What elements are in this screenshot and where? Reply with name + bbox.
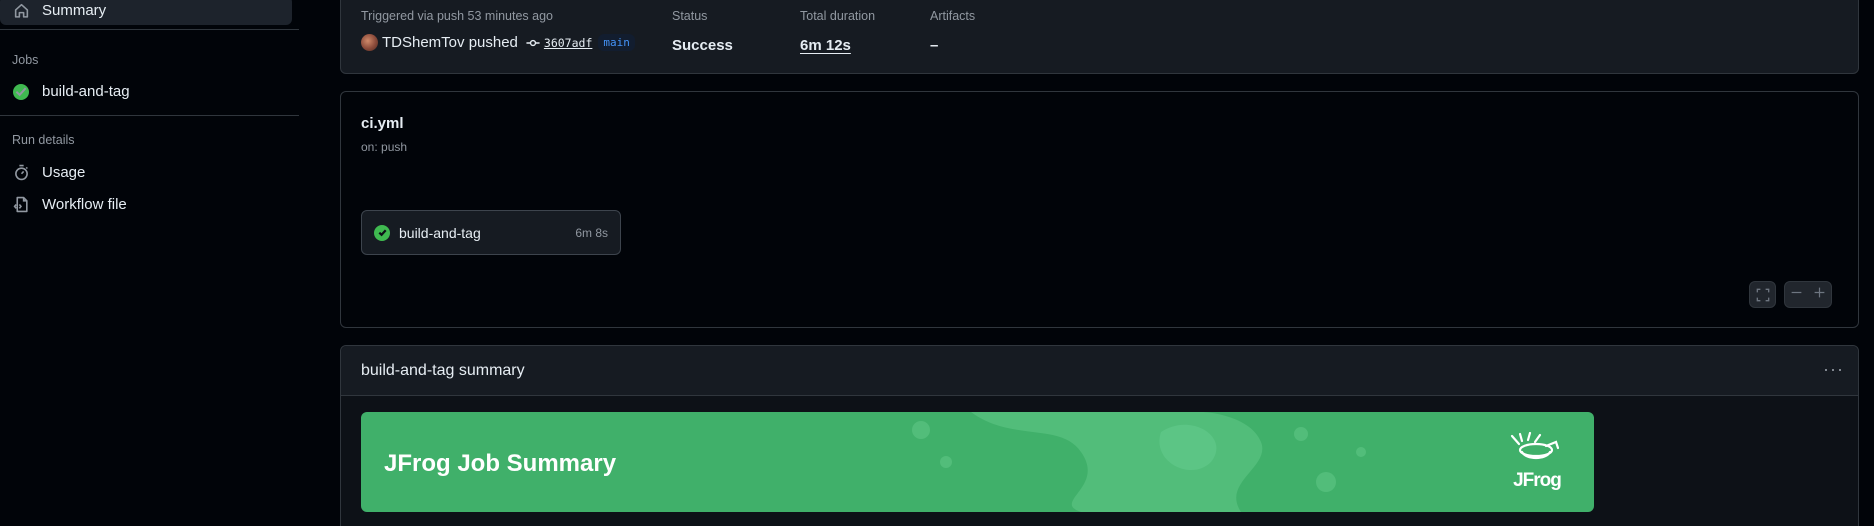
file-code-icon bbox=[12, 196, 30, 214]
commit-sha-link[interactable]: 3607adf bbox=[544, 36, 592, 50]
jfrog-logo: JFrog bbox=[1510, 432, 1562, 490]
duration-column: Total duration 6m 12s bbox=[800, 9, 875, 54]
kebab-menu-icon[interactable]: ··· bbox=[1823, 359, 1844, 380]
sidebar-item-build-and-tag[interactable]: build-and-tag bbox=[0, 77, 292, 106]
app: Summary Jobs build-and-tag Run details U… bbox=[0, 0, 1874, 526]
success-check-icon bbox=[374, 224, 390, 241]
minus-icon bbox=[1791, 291, 1802, 293]
artifacts-value: – bbox=[930, 37, 939, 54]
sidebar-item-label: Summary bbox=[42, 2, 107, 19]
sidebar-divider bbox=[0, 29, 299, 30]
sidebar: Summary Jobs build-and-tag Run details U… bbox=[0, 0, 299, 526]
status-value: Success bbox=[672, 37, 733, 54]
artifacts-label: Artifacts bbox=[930, 9, 976, 23]
plus-icon bbox=[1814, 287, 1825, 297]
run-summary-card: Triggered via push 53 minutes ago TDShem… bbox=[340, 0, 1859, 74]
sidebar-item-label: build-and-tag bbox=[42, 83, 130, 100]
trigger-column: Triggered via push 53 minutes ago TDShem… bbox=[361, 9, 635, 51]
status-column: Status Success bbox=[672, 9, 733, 54]
jobs-heading: Jobs bbox=[12, 53, 39, 67]
sidebar-item-summary[interactable]: Summary bbox=[0, 0, 292, 25]
avatar[interactable] bbox=[361, 34, 378, 51]
job-node-build-and-tag[interactable]: build-and-tag 6m 8s bbox=[361, 210, 621, 255]
duration-label: Total duration bbox=[800, 9, 876, 23]
push-info: TDShemTov pushed 3607adf main bbox=[361, 34, 635, 51]
jfrog-banner-title: JFrog Job Summary bbox=[384, 450, 617, 477]
fullscreen-button[interactable] bbox=[1749, 281, 1776, 308]
git-commit-icon bbox=[526, 36, 540, 50]
svg-text:JFrog: JFrog bbox=[1513, 470, 1561, 490]
workflow-trigger: on: push bbox=[361, 140, 408, 154]
sidebar-item-label: Usage bbox=[42, 164, 86, 181]
status-label: Status bbox=[672, 9, 708, 23]
duration-link[interactable]: 6m 12s bbox=[800, 37, 875, 54]
branch-badge[interactable]: main bbox=[598, 34, 635, 51]
jfrog-banner: JFrog Job Summary JFrog bbox=[361, 412, 1594, 512]
artifacts-column: Artifacts – bbox=[930, 9, 975, 54]
job-node-duration: 6m 8s bbox=[575, 225, 608, 240]
workflow-file-name: ci.yml bbox=[361, 115, 404, 132]
zoom-controls bbox=[1784, 281, 1832, 308]
sidebar-divider bbox=[0, 115, 299, 116]
home-icon bbox=[12, 2, 30, 20]
job-summary-header: build-and-tag summary ··· bbox=[341, 346, 1858, 396]
success-check-icon bbox=[13, 83, 29, 100]
sidebar-item-workflow-file[interactable]: Workflow file bbox=[0, 190, 292, 219]
run-details-heading: Run details bbox=[12, 133, 75, 147]
trigger-text: Triggered via push 53 minutes ago bbox=[361, 9, 554, 23]
job-summary-title: build-and-tag summary bbox=[361, 361, 525, 379]
job-node-name: build-and-tag bbox=[399, 224, 481, 241]
stopwatch-icon bbox=[12, 164, 30, 182]
zoom-out-button[interactable] bbox=[1790, 286, 1803, 304]
workflow-graph-card: ci.yml on: push build-and-tag 6m 8s bbox=[340, 91, 1859, 328]
sidebar-item-usage[interactable]: Usage bbox=[0, 158, 292, 187]
fullscreen-icon bbox=[1756, 288, 1769, 301]
zoom-in-button[interactable] bbox=[1813, 286, 1826, 304]
sidebar-item-label: Workflow file bbox=[42, 196, 127, 213]
actor-name[interactable]: TDShemTov pushed bbox=[382, 34, 518, 51]
job-summary-card: build-and-tag summary ··· JFrog Job Summ… bbox=[340, 345, 1859, 526]
